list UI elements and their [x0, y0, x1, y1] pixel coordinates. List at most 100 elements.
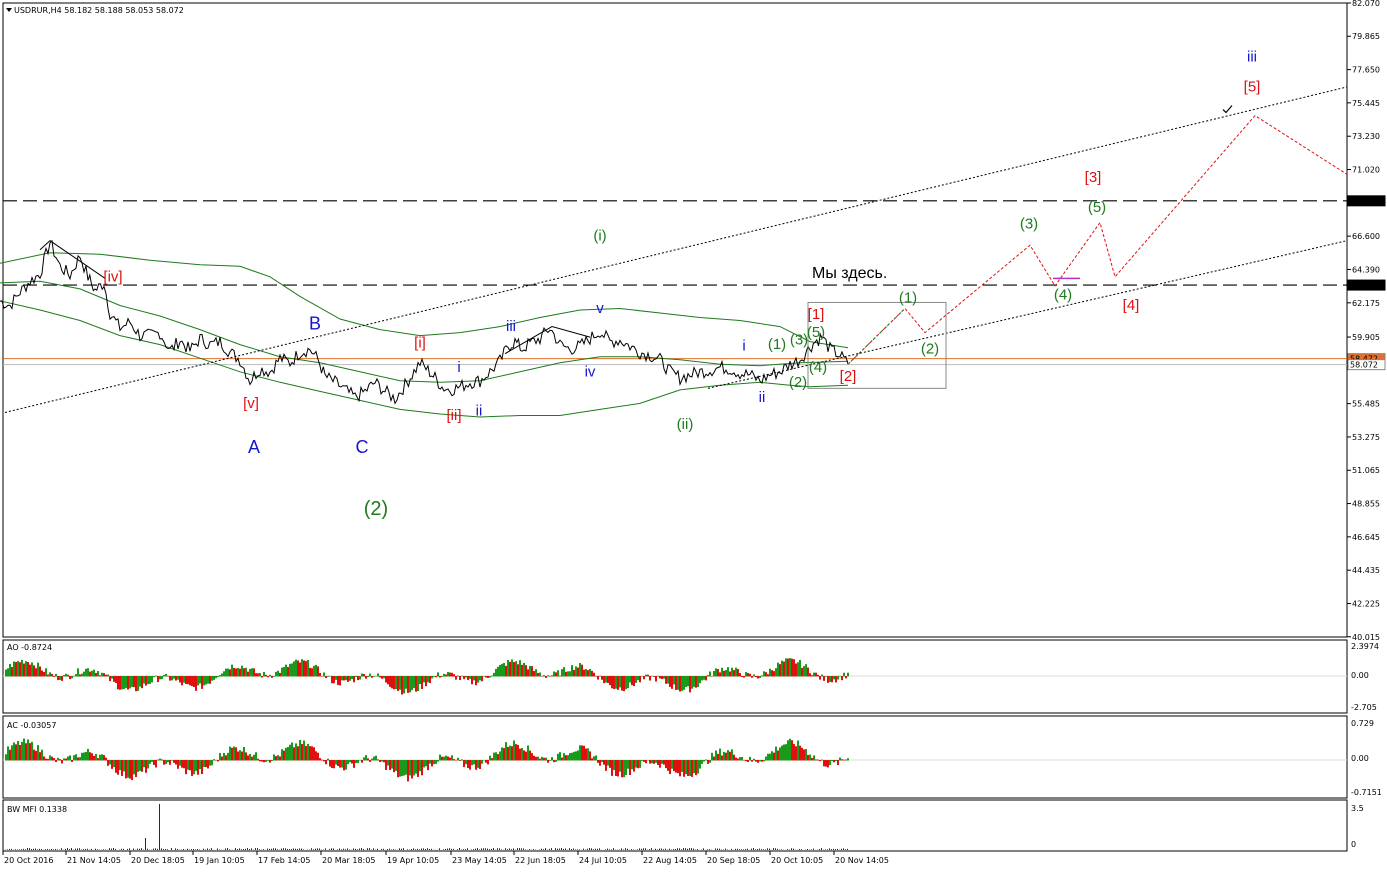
ao-bar	[565, 671, 567, 677]
ao-bar	[557, 670, 559, 677]
usdrur-chart[interactable]: 82.070 79.865 77.650 75.445 73.230 71.020 66.6…	[0, 0, 1387, 872]
ac-bar	[595, 755, 597, 761]
mfi-bar	[403, 848, 404, 850]
ao-bar	[289, 663, 291, 677]
ao-bar	[467, 676, 469, 681]
ao-bar	[471, 676, 473, 685]
mfi-bar	[591, 848, 592, 850]
ao-bar	[829, 676, 831, 682]
ac-bar	[681, 760, 683, 772]
ac-bar	[143, 760, 145, 768]
ao-bar	[403, 676, 405, 694]
ao-bar	[19, 662, 21, 677]
ac-bar	[715, 750, 717, 761]
mfi-bar	[219, 849, 220, 850]
ac-bar	[287, 746, 289, 761]
ao-bar	[63, 675, 65, 677]
ac-bar	[303, 740, 305, 761]
mfi-bar	[157, 848, 158, 850]
ao-bar	[371, 676, 373, 678]
ao-bar	[561, 669, 563, 677]
ao-bar	[463, 676, 465, 680]
mfi-bar	[593, 849, 594, 850]
ac-bar	[113, 760, 115, 768]
ac-bar	[825, 760, 827, 767]
ac-bar	[453, 759, 455, 761]
ac-bar	[711, 752, 713, 761]
mfi-bar	[325, 848, 326, 850]
mfi-bar	[621, 848, 622, 850]
ac-bar	[447, 756, 449, 761]
ac-bar	[195, 760, 197, 771]
price-tick-label: 59.905	[1352, 333, 1380, 342]
ac-bar	[759, 760, 761, 762]
mfi-bar	[687, 848, 688, 850]
mfi-bar	[431, 848, 432, 850]
ac-bar	[181, 760, 183, 768]
mfi-bar	[831, 849, 832, 850]
ac-bar	[105, 757, 107, 761]
ao-bar	[677, 676, 679, 690]
mfi-panel	[5, 804, 848, 850]
ac-bar	[205, 760, 207, 768]
ac-bar	[761, 760, 763, 762]
ac-bar	[565, 755, 567, 761]
ac-bar	[799, 745, 801, 761]
ao-bar	[145, 676, 147, 686]
ac-bar	[59, 759, 61, 761]
ao-bar	[213, 676, 215, 680]
ac-tick-zero: 0.00	[1351, 754, 1369, 763]
ac-bar	[293, 747, 295, 761]
ao-bar	[777, 662, 779, 677]
ac-bar	[263, 760, 265, 763]
ao-bar	[81, 673, 83, 677]
ao-bar	[105, 674, 107, 677]
mfi-bar	[507, 849, 508, 850]
ac-bar	[217, 760, 219, 762]
ac-bar	[815, 759, 817, 761]
ac-bar	[699, 760, 701, 769]
ac-bar	[433, 760, 435, 765]
mfi-tick-zero: 0	[1351, 840, 1356, 849]
mfi-bar	[841, 848, 842, 850]
mfi-bar	[87, 848, 88, 850]
ac-bar	[73, 755, 75, 761]
mfi-bar	[27, 848, 28, 850]
ao-bar	[715, 668, 717, 677]
ac-bar	[151, 760, 153, 762]
ao-bar	[259, 673, 261, 677]
mfi-bar	[123, 848, 124, 850]
ao-bar	[503, 662, 505, 677]
mfi-bar	[111, 848, 112, 850]
ac-bar	[417, 760, 419, 777]
ao-bar	[281, 667, 283, 677]
mfi-bar	[549, 848, 550, 850]
mfi-bar	[229, 849, 230, 850]
mfi-bar	[165, 849, 166, 850]
ac-bar	[95, 753, 97, 761]
ao-bar	[275, 671, 277, 677]
ao-bar	[189, 676, 191, 686]
mfi-bar	[659, 848, 660, 850]
ao-bar	[725, 669, 727, 677]
mfi-bar	[291, 848, 292, 850]
mfi-bar	[427, 848, 428, 850]
mfi-bar	[373, 848, 374, 850]
ao-bar	[457, 675, 459, 677]
ac-bar	[375, 755, 377, 761]
ao-bar	[577, 667, 579, 677]
ao-bar	[843, 672, 845, 677]
mfi-bar	[587, 848, 588, 850]
ao-bar	[767, 674, 769, 677]
mfi-bar	[429, 849, 430, 850]
mfi-bar	[31, 848, 32, 850]
mfi-bar	[29, 848, 30, 850]
ac-bar	[549, 760, 551, 761]
ac-bar	[751, 760, 753, 762]
ac-bar	[601, 760, 603, 763]
ac-bar	[779, 747, 781, 761]
ao-bar	[589, 669, 591, 677]
mfi-bar	[557, 848, 558, 850]
mfi-bar	[747, 848, 748, 850]
ao-bar	[265, 674, 267, 677]
